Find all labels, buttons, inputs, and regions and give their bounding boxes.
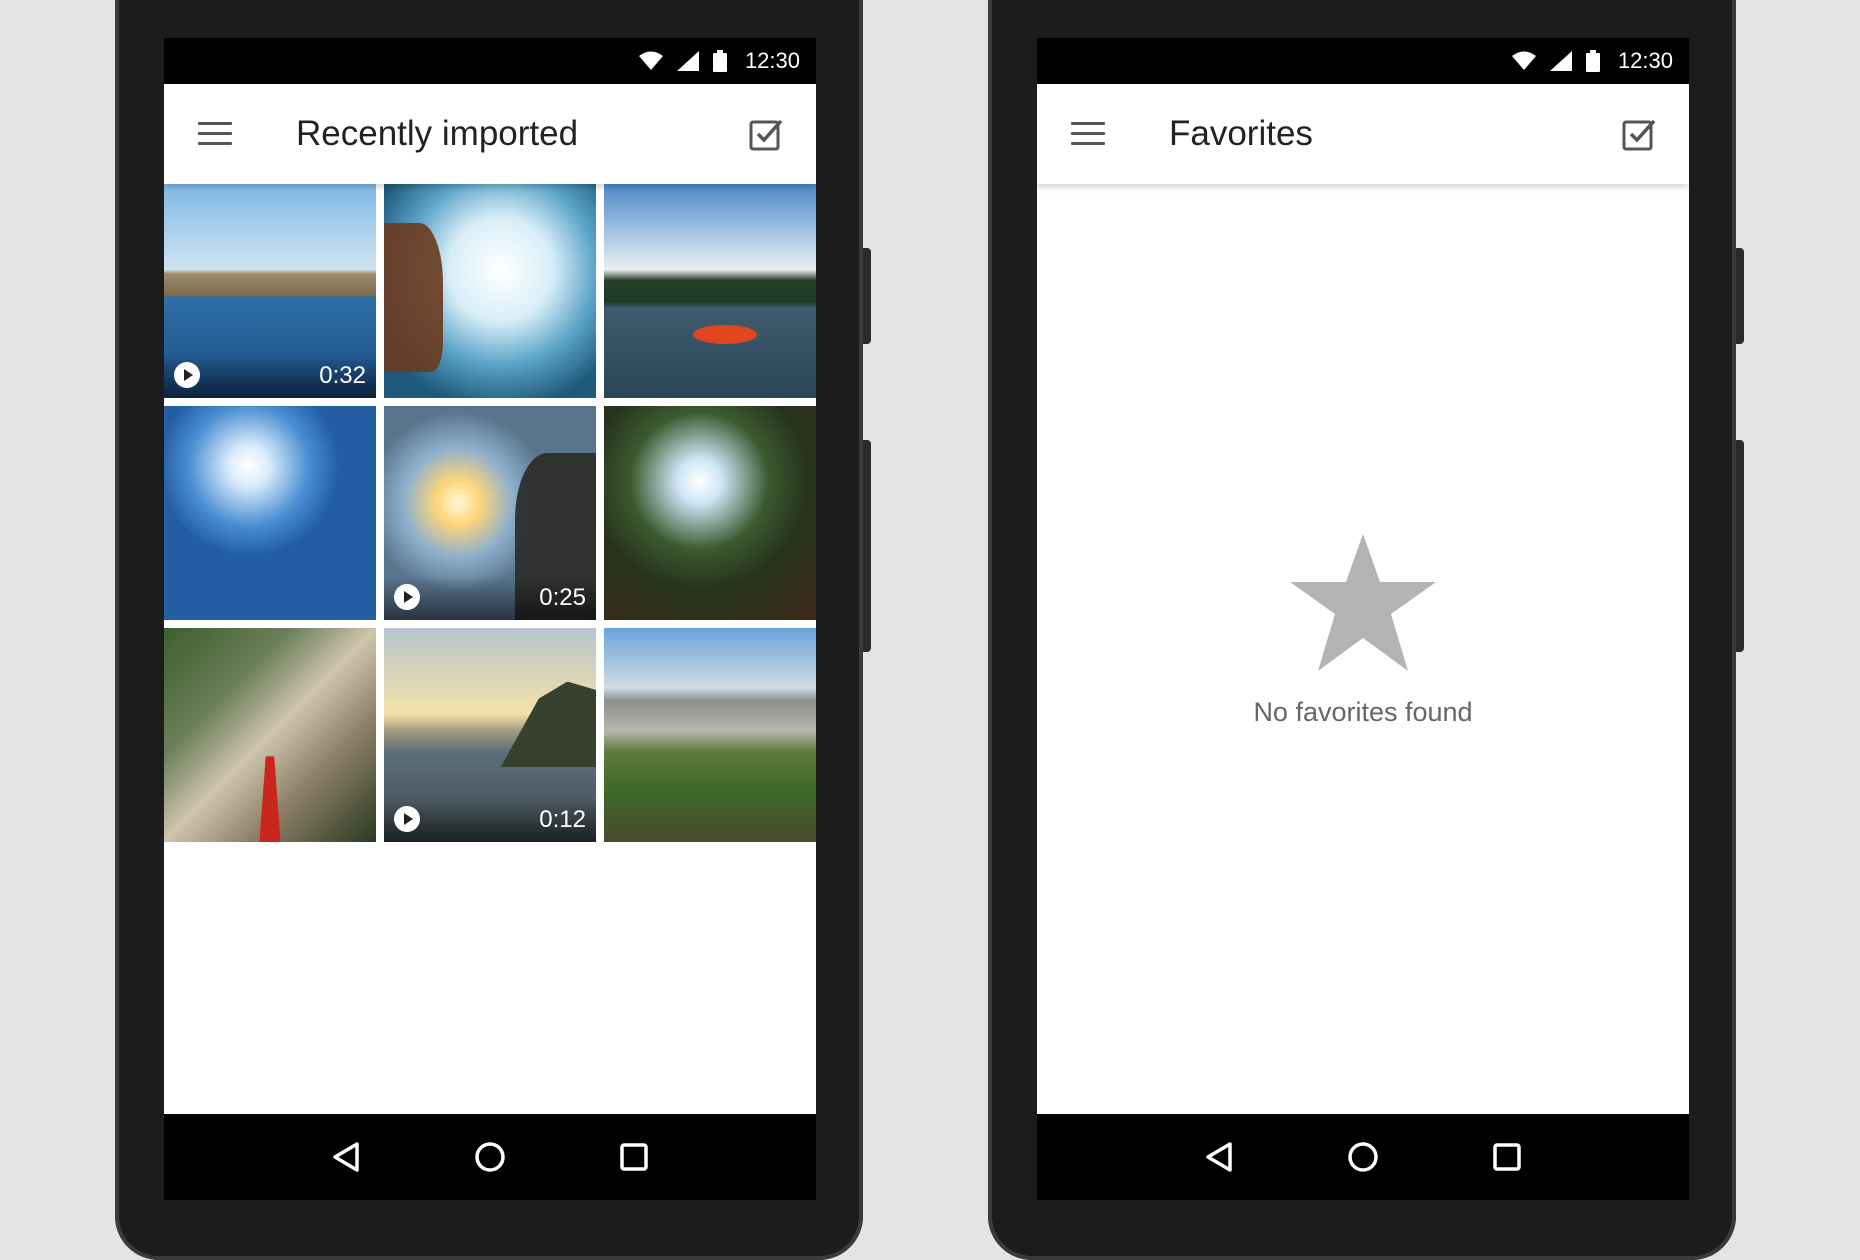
back-icon [333, 1142, 359, 1172]
media-tile-video[interactable]: 0:12 [384, 628, 596, 842]
empty-state: No favorites found [1037, 534, 1689, 728]
select-check-icon[interactable] [1621, 116, 1657, 152]
system-nav-bar [164, 1114, 816, 1200]
recents-button[interactable] [614, 1137, 654, 1177]
recents-icon [620, 1143, 648, 1171]
wifi-icon [1511, 51, 1536, 70]
play-icon [394, 806, 420, 832]
home-icon [1348, 1142, 1378, 1172]
menu-icon[interactable] [198, 122, 232, 146]
media-tile-photo[interactable] [384, 184, 596, 398]
media-tile-photo[interactable] [604, 184, 816, 398]
phone-right: 12:30 Favorites No favorites found [988, 0, 1744, 1260]
battery-icon [712, 50, 727, 72]
page-title: Favorites [1169, 114, 1313, 153]
media-tile-photo[interactable] [164, 406, 376, 620]
favorites-content: No favorites found [1037, 184, 1689, 1114]
media-tile-photo[interactable] [164, 628, 376, 842]
page-title: Recently imported [296, 114, 579, 153]
home-button[interactable] [470, 1137, 510, 1177]
status-time: 12:30 [1617, 48, 1673, 73]
home-button[interactable] [1343, 1137, 1383, 1177]
back-button[interactable] [326, 1137, 366, 1177]
play-icon [394, 584, 420, 610]
video-duration: 0:25 [539, 584, 586, 611]
status-bar: 12:30 [164, 38, 816, 84]
back-icon [1206, 1142, 1232, 1172]
media-tile-photo[interactable] [604, 628, 816, 842]
wifi-icon [638, 51, 663, 70]
home-icon [475, 1142, 505, 1172]
power-button [863, 440, 871, 652]
media-grid: 0:32 0:25 0:12 [164, 184, 816, 842]
signal-icon [1549, 51, 1572, 71]
app-bar: Recently imported [164, 84, 816, 184]
video-duration: 0:32 [319, 362, 366, 389]
star-icon [1290, 534, 1436, 671]
media-tile-video[interactable]: 0:32 [164, 184, 376, 398]
back-button[interactable] [1199, 1137, 1239, 1177]
status-bar: 12:30 [1037, 38, 1689, 84]
video-duration: 0:12 [539, 806, 586, 833]
media-grid-area: 0:32 0:25 0:12 [164, 184, 816, 1114]
screen-favorites: 12:30 Favorites No favorites found [1037, 38, 1689, 1200]
app-bar: Favorites [1037, 84, 1689, 184]
media-tile-video[interactable]: 0:25 [384, 406, 596, 620]
media-tile-photo[interactable] [604, 406, 816, 620]
volume-button [863, 248, 871, 344]
select-check-icon[interactable] [748, 116, 784, 152]
battery-icon [1585, 50, 1600, 72]
phone-left: 12:30 Recently imported 0:32 0:25 0:12 [115, 0, 871, 1260]
screen-recently-imported: 12:30 Recently imported 0:32 0:25 0:12 [164, 38, 816, 1200]
empty-message: No favorites found [1253, 697, 1473, 727]
status-time: 12:30 [744, 48, 800, 73]
recents-button[interactable] [1487, 1137, 1527, 1177]
menu-icon[interactable] [1071, 122, 1105, 146]
play-icon [174, 362, 200, 388]
recents-icon [1493, 1143, 1521, 1171]
signal-icon [676, 51, 699, 71]
power-button [1736, 440, 1744, 652]
volume-button [1736, 248, 1744, 344]
system-nav-bar [1037, 1114, 1689, 1200]
